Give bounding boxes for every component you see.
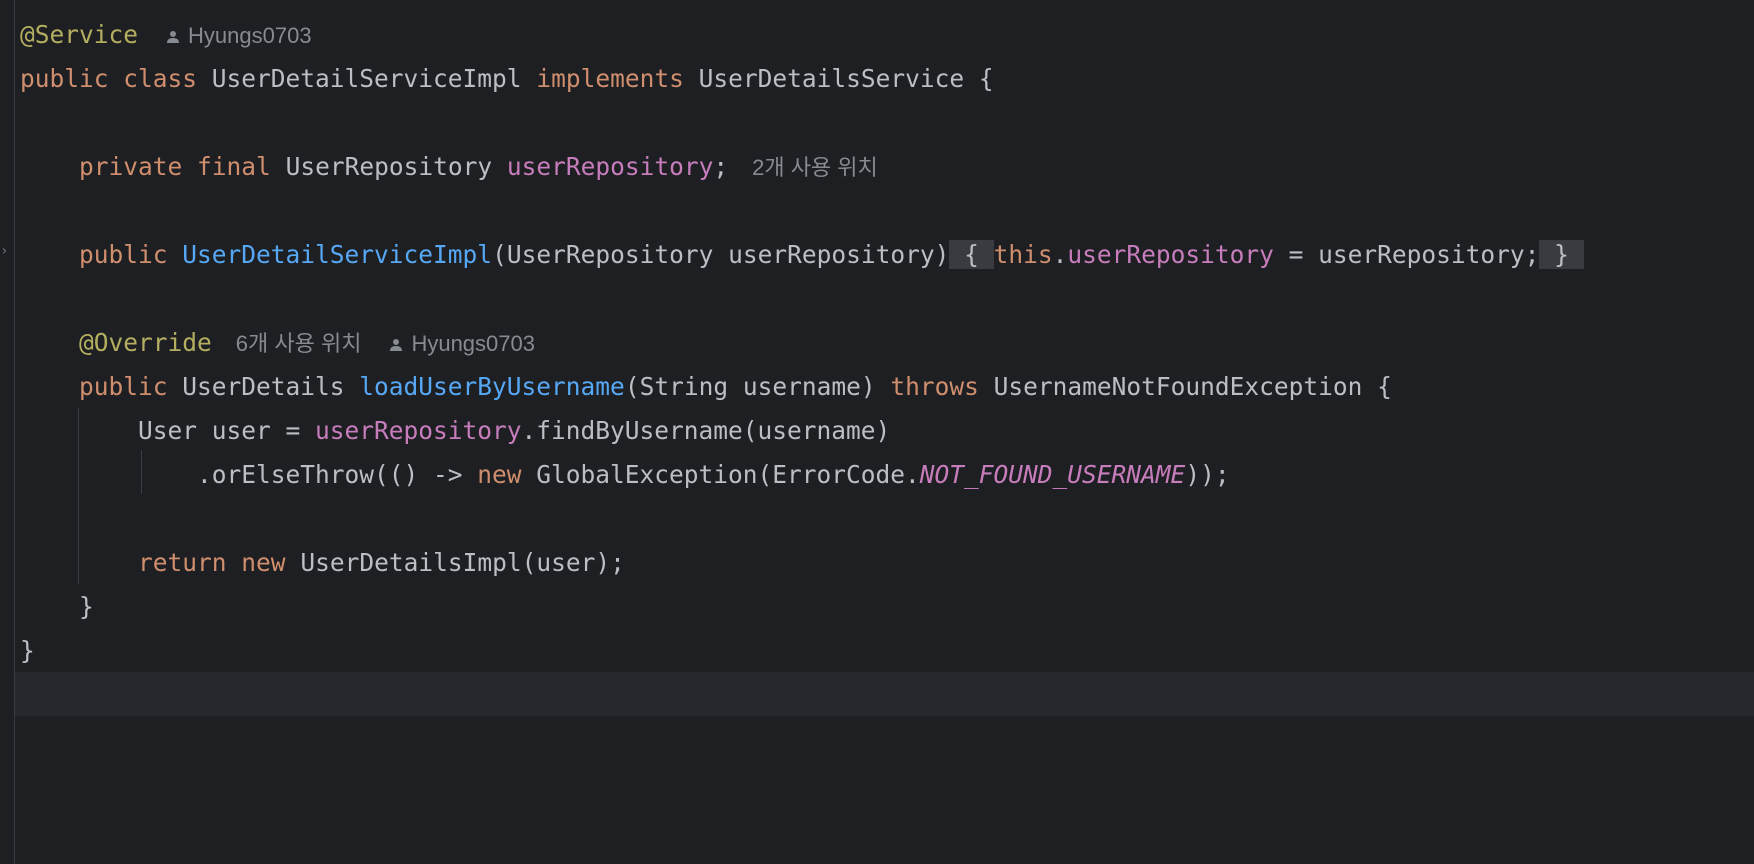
person-icon bbox=[390, 339, 403, 351]
code-token: NOT_FOUND_USERNAME bbox=[919, 460, 1186, 489]
current-line-highlight bbox=[15, 672, 1754, 716]
code-token: } bbox=[20, 636, 35, 665]
code-line[interactable]: } bbox=[20, 629, 35, 673]
code-token: ; bbox=[713, 152, 729, 181]
author-inlay-hint[interactable]: Hyungs0703 bbox=[389, 331, 535, 356]
code-token: (UserRepository userRepository) bbox=[492, 240, 950, 269]
code-line[interactable]: User user = userRepository.findByUsernam… bbox=[20, 409, 890, 453]
code-line[interactable]: private final UserRepository userReposit… bbox=[20, 145, 878, 189]
code-token: UserDetailsImpl(user); bbox=[285, 548, 625, 577]
code-token: return bbox=[138, 548, 227, 577]
code-line[interactable]: return new UserDetailsImpl(user); bbox=[20, 541, 625, 585]
code-token: userRepository bbox=[506, 152, 714, 181]
code-token: userRepository bbox=[315, 416, 522, 445]
code-token: = userRepository; bbox=[1273, 240, 1540, 269]
code-token: (String username) bbox=[624, 372, 891, 401]
gutter-border bbox=[14, 0, 15, 864]
code-token: GlobalException(ErrorCode. bbox=[521, 460, 920, 489]
author-name: Hyungs0703 bbox=[188, 23, 312, 48]
code-token: implements bbox=[536, 64, 684, 93]
author-name: Hyungs0703 bbox=[411, 331, 535, 356]
code-token: UserDetailServiceImpl bbox=[197, 64, 537, 93]
code-line[interactable]: .orElseThrow(() -> new GlobalException(E… bbox=[20, 453, 1230, 497]
code-token: final bbox=[197, 152, 271, 181]
code-token: )); bbox=[1185, 460, 1230, 489]
person-icon bbox=[167, 31, 180, 43]
author-inlay-hint[interactable]: Hyungs0703 bbox=[166, 23, 312, 48]
annotation-service: @Service bbox=[20, 20, 139, 49]
code-token: UserRepository bbox=[270, 152, 507, 181]
code-line[interactable]: } bbox=[20, 585, 94, 629]
code-token: private bbox=[79, 152, 183, 181]
usages-inlay-hint[interactable]: 2개 사용 위치 bbox=[752, 155, 878, 180]
code-line[interactable]: public UserDetails loadUserByUsername(St… bbox=[20, 365, 1392, 409]
code-token: UsernameNotFoundException { bbox=[978, 372, 1392, 401]
code-token: User user = bbox=[20, 416, 316, 445]
code-line[interactable]: @Override 6개 사용 위치 Hyungs0703 bbox=[20, 321, 535, 365]
code-token: .findByUsername(username) bbox=[521, 416, 891, 445]
code-token: } bbox=[20, 592, 94, 621]
usages-inlay-hint[interactable]: 6개 사용 위치 bbox=[236, 331, 362, 356]
code-line[interactable]: public class UserDetailServiceImpl imple… bbox=[20, 57, 994, 101]
code-token: @Override bbox=[79, 328, 212, 357]
code-token: userRepository bbox=[1067, 240, 1274, 269]
code-token: { bbox=[949, 240, 994, 269]
code-token: UserDetailsService { bbox=[683, 64, 994, 93]
code-editor[interactable]: › @Service Hyungs0703 public class UserDe… bbox=[0, 0, 1754, 864]
code-token: new bbox=[477, 460, 522, 489]
code-token: class bbox=[123, 64, 198, 93]
code-token: new bbox=[241, 548, 286, 577]
code-token: public bbox=[20, 64, 109, 93]
code-token: .orElseThrow(() -> bbox=[20, 460, 478, 489]
code-token: UserDetails bbox=[167, 372, 360, 401]
fold-arrow-icon[interactable]: › bbox=[0, 244, 8, 258]
code-token: public bbox=[79, 240, 168, 269]
code-token: loadUserByUsername bbox=[359, 372, 625, 401]
code-token: this bbox=[993, 240, 1053, 269]
code-token: UserDetailServiceImpl bbox=[182, 240, 493, 269]
code-token: } bbox=[1539, 240, 1584, 269]
code-token: throws bbox=[890, 372, 979, 401]
code-line[interactable]: public UserDetailServiceImpl(UserReposit… bbox=[20, 233, 1584, 277]
code-token: . bbox=[1052, 240, 1068, 269]
code-line[interactable]: @Service Hyungs0703 bbox=[20, 13, 312, 57]
code-token: public bbox=[79, 372, 168, 401]
